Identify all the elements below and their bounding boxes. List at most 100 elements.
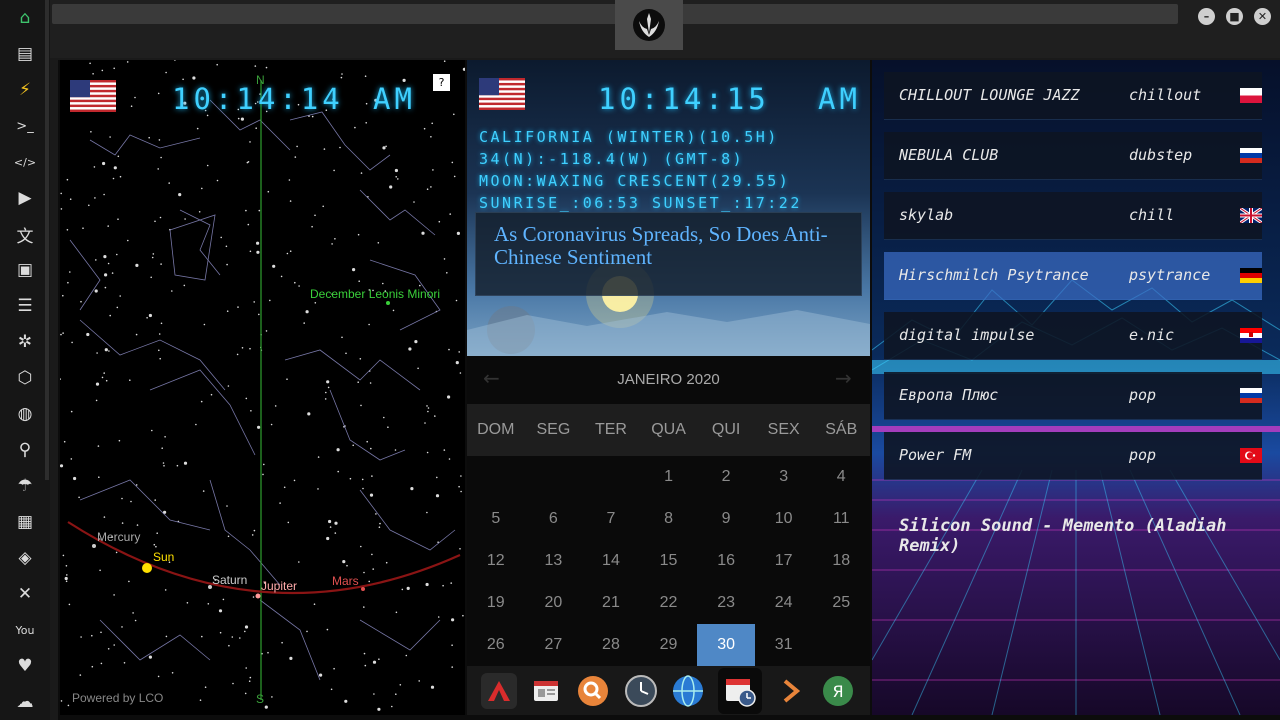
russia-flag-icon [1240,388,1262,403]
us-flag-icon [70,80,116,112]
calendar-day[interactable]: 6 [525,498,583,540]
search-icon[interactable]: ⚲ [11,436,39,464]
calendar-day[interactable]: 8 [640,498,698,540]
sky-map-panel[interactable]: 10:14:14 AM ? N S December Leonis Minori… [60,60,465,715]
station-name: NEBULA CLUB [899,146,999,164]
calendar-day[interactable]: 25 [812,582,870,624]
radio-station[interactable]: CHILLOUT LOUNGE JAZZ chillout [884,72,1262,120]
calendar-dayname: SÁB [825,421,858,438]
calendar-day[interactable]: 9 [697,498,755,540]
calendar-dayname: QUA [651,421,686,438]
calendar-day[interactable]: 28 [582,624,640,666]
calendar-day-today[interactable]: 30 [697,624,755,666]
calendar-day[interactable]: 1 [640,456,698,498]
news-headline-box[interactable]: As Coronavirus Spreads, So Does Anti-Chi… [475,212,862,296]
lightning-icon[interactable]: ⚡ [11,76,39,104]
location-line: CALIFORNIA (WINTER)(10.5H) [479,128,779,146]
radio-station[interactable]: Power FM pop [884,432,1262,480]
calendar-day[interactable]: 4 [812,456,870,498]
yandex-icon[interactable]: Я [820,673,856,709]
calendar-clock-icon[interactable] [717,667,762,714]
fullscreen-icon[interactable]: ✕ [11,580,39,608]
radio-station[interactable]: digital impulse e.nic [884,312,1262,360]
calendar-day[interactable]: 15 [640,540,698,582]
station-name: CHILLOUT LOUNGE JAZZ [899,86,1080,104]
code-icon[interactable]: </> [11,148,39,176]
calendar-day[interactable]: 31 [755,624,813,666]
forward-icon[interactable] [773,673,809,709]
calendar-list-icon[interactable] [528,673,564,709]
planet-sun: Sun [153,550,175,564]
coordinates-line: 34(N):-118.4(W) (GMT-8) [479,150,745,168]
globe-icon[interactable]: ◍ [11,400,39,428]
maximize-button[interactable]: ■ [1226,8,1243,25]
cloud-icon[interactable]: ☁ [11,688,39,716]
web-browser-icon[interactable] [670,673,706,709]
moon-phase-line: MOON:WAXING CRESCENT(29.55) [479,172,791,190]
calendar-week: 5 6 7 8 9 10 11 [467,498,870,540]
sky-time: 10:14:14 [172,82,344,116]
calendar-day[interactable]: 10 [755,498,813,540]
calendar-week: 19 20 21 22 23 24 25 [467,582,870,624]
search-app-icon[interactable] [575,673,611,709]
translate-icon[interactable]: 文 [11,220,39,248]
calendar-day[interactable]: 3 [755,456,813,498]
hexagon-icon[interactable]: ⬡ [11,364,39,392]
prev-month-button[interactable]: ← [483,366,500,390]
station-genre: chillout [1129,86,1202,104]
calendar-day[interactable]: 22 [640,582,698,624]
umbrella-icon[interactable]: ☂ [11,472,39,500]
star-map [60,60,465,711]
calendar-day[interactable]: 29 [640,624,698,666]
calendar-day[interactable]: 14 [582,540,640,582]
desktop: ⌂ ▤ ⚡ >_ </> ▶ 文 ▣ ☰ ✲ ⬡ ◍ ⚲ ☂ ▦ ◈ ✕ You ♥ ☁ – ■ ✕ [0,0,1280,720]
news-headline[interactable]: As Coronavirus Spreads, So Does Anti-Chi… [494,223,843,269]
calendar-day[interactable]: 27 [525,624,583,666]
station-genre: pop [1129,386,1157,404]
play-icon[interactable]: ▶ [11,184,39,212]
close-button[interactable]: ✕ [1254,8,1271,25]
calendar-day[interactable]: 17 [755,540,813,582]
calendar-day[interactable]: 26 [467,624,525,666]
youtube-icon[interactable]: You [11,616,39,644]
calendar-day[interactable]: 5 [467,498,525,540]
terminal-icon[interactable]: >_ [11,112,39,140]
credit-text[interactable]: Powered by LCO [72,691,163,705]
image-icon[interactable]: ▣ [11,256,39,284]
calendar-day[interactable]: 13 [525,540,583,582]
radio-station[interactable]: Hirschmilch Psytrance psytrance [884,252,1262,300]
calendar-day[interactable]: 16 [697,540,755,582]
help-button[interactable]: ? [433,74,450,91]
calendar-day[interactable]: 11 [812,498,870,540]
contact-icon[interactable]: ▦ [11,508,39,536]
calendar-day[interactable]: 20 [525,582,583,624]
calendar-day [582,456,640,498]
sidebar-scrollbar[interactable] [45,0,49,480]
radio-station[interactable]: NEBULA CLUB dubstep [884,132,1262,180]
calendar-daynames: DOM SEG TER QUA QUI SEX SÁB [467,404,870,456]
calendar-day[interactable]: 19 [467,582,525,624]
planet-mercury: Mercury [97,530,141,544]
news-icon[interactable]: ☰ [11,292,39,320]
calendar-day[interactable]: 21 [582,582,640,624]
calendar-day[interactable]: 23 [697,582,755,624]
radio-station[interactable]: skylab chill [884,192,1263,240]
calendar-day[interactable]: 12 [467,540,525,582]
radio-station[interactable]: Европа Плюс pop [884,372,1262,420]
calendar-day[interactable]: 18 [812,540,870,582]
calendar-day[interactable]: 7 [582,498,640,540]
russia-flag-icon [1240,148,1262,163]
next-month-button[interactable]: → [835,366,852,390]
diamond-icon[interactable]: ◈ [11,544,39,572]
app-launcher-icon[interactable] [480,672,517,709]
sidebar: ⌂ ▤ ⚡ >_ </> ▶ 文 ▣ ☰ ✲ ⬡ ◍ ⚲ ☂ ▦ ◈ ✕ You ♥ ☁ [0,0,50,720]
minimize-button[interactable]: – [1198,8,1215,25]
rebel-logo-tab[interactable] [615,0,683,50]
clock-icon[interactable] [623,673,659,709]
aperture-icon[interactable]: ✲ [11,328,39,356]
heart-icon[interactable]: ♥ [11,652,39,680]
home-icon[interactable]: ⌂ [11,4,39,32]
calendar-day[interactable]: 2 [697,456,755,498]
calendar-day[interactable]: 24 [755,582,813,624]
document-icon[interactable]: ▤ [11,40,39,68]
